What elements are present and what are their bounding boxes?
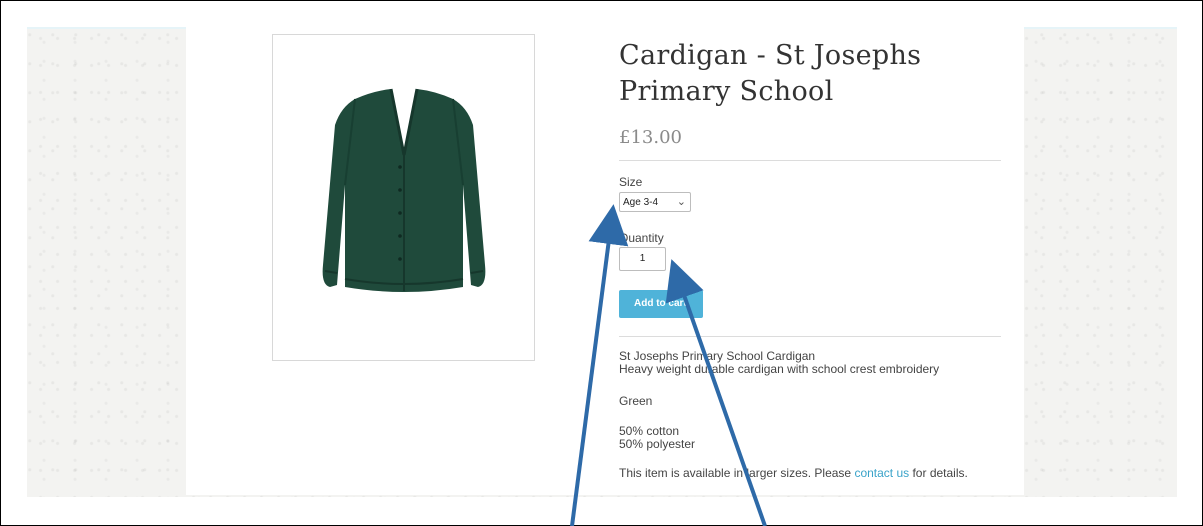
availability-text: This item is available in larger sizes. … xyxy=(619,467,968,480)
product-title-line2: Primary School xyxy=(619,76,834,107)
product-title-line1: Cardigan - St Josephs xyxy=(619,40,922,71)
availability-after: for details. xyxy=(909,466,968,480)
cardigan-icon xyxy=(322,88,486,292)
description-color: Green xyxy=(619,394,653,408)
description-material: 50% polyester xyxy=(619,437,696,451)
availability-before: This item is available in larger sizes. … xyxy=(619,466,855,480)
add-to-cart-button[interactable]: Add to cart xyxy=(619,290,703,318)
description-line: Heavy weight durable cardigan with schoo… xyxy=(619,362,940,376)
chevron-down-icon: ⌄ xyxy=(676,196,686,208)
product-image[interactable] xyxy=(272,34,535,361)
product-title: Cardigan - St Josephs Primary School xyxy=(619,38,1009,110)
contact-us-link[interactable]: contact us xyxy=(854,466,909,480)
size-label: Size xyxy=(619,175,643,189)
size-selected-value: Age 3-4 xyxy=(623,197,659,208)
divider xyxy=(619,160,1001,161)
quantity-input[interactable]: 1 xyxy=(619,247,666,271)
quantity-label: Quantity xyxy=(619,231,664,245)
divider xyxy=(619,336,1001,337)
size-select[interactable]: Age 3-4 ⌄ xyxy=(619,192,691,212)
product-price: £13.00 xyxy=(619,127,682,148)
